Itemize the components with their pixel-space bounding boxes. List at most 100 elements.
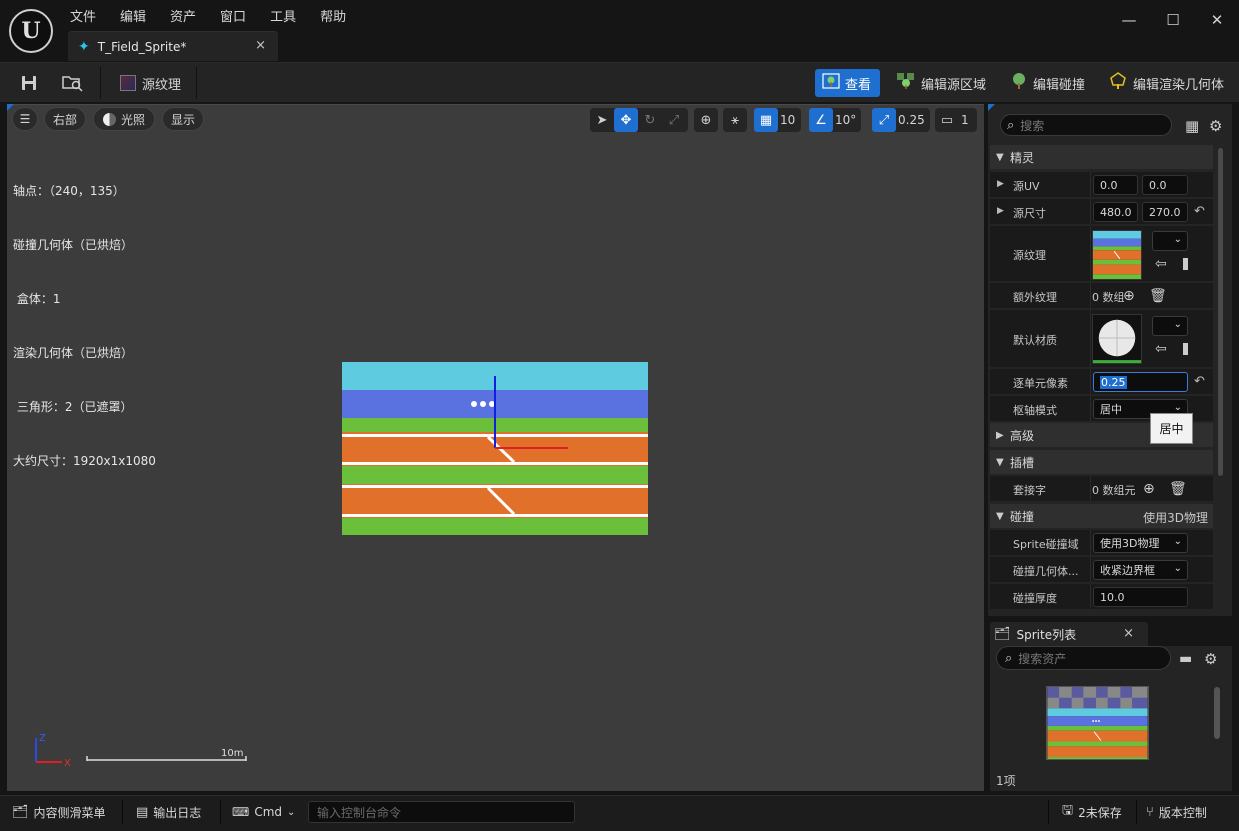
browse-asset-icon[interactable]	[60, 70, 86, 96]
viewport-menu-button[interactable]: ☰	[12, 107, 38, 131]
edit-collision-button[interactable]: 编辑碰撞	[1010, 69, 1085, 97]
add-element-icon[interactable]: ⊕	[1143, 481, 1155, 497]
menu-file[interactable]: 文件	[70, 6, 96, 25]
camera-speed-value[interactable]: 1	[959, 113, 975, 127]
add-element-icon[interactable]: ⊕	[1123, 288, 1135, 304]
category-sprite[interactable]: ▼ 精灵	[990, 145, 1213, 169]
menu-edit[interactable]: 编辑	[120, 6, 146, 25]
prop-default-material-label: 默认材质	[1013, 334, 1057, 347]
pixels-per-unit-field[interactable]: 0.25	[1093, 372, 1188, 392]
sprite-list-tab[interactable]: 🗂 Sprite列表 ×	[990, 622, 1148, 646]
save-icon[interactable]	[16, 70, 42, 96]
document-tab-close-icon[interactable]: ×	[255, 38, 266, 53]
folder-filter-icon[interactable]: ▬	[1179, 651, 1192, 667]
details-scrollbar[interactable]	[1218, 148, 1223, 476]
view-direction-button[interactable]: 右部	[44, 107, 86, 131]
menu-window[interactable]: 窗口	[220, 6, 246, 25]
content-drawer-button[interactable]: 🗂 内容侧滑菜单	[12, 798, 106, 826]
lighting-mode-button[interactable]: 光照	[93, 107, 155, 131]
view-mode-button[interactable]: 查看	[815, 69, 880, 97]
unsaved-button[interactable]: 🖫 2未保存	[1062, 798, 1122, 826]
rotation-snap-icon[interactable]: ∠	[809, 108, 833, 132]
prop-divider	[1090, 172, 1091, 197]
sprite-list-scrollbar[interactable]	[1214, 687, 1220, 739]
category-collision-value: 使用3D物理	[1143, 511, 1208, 525]
window-controls: — ☐ ✕	[1107, 0, 1239, 40]
source-uv-y-field[interactable]: 0.0	[1142, 175, 1188, 195]
details-search-input[interactable]: ⌕ 搜索	[1000, 114, 1172, 136]
coordinate-space-group: ⊕	[694, 108, 718, 132]
default-material-dropdown[interactable]: ⌄	[1152, 316, 1188, 336]
use-selected-asset-icon[interactable]: ⇦	[1155, 256, 1167, 272]
browse-asset-bar-icon[interactable]	[1183, 258, 1188, 270]
lighting-label: 光照	[120, 112, 145, 127]
select-tool-icon[interactable]: ➤	[590, 108, 614, 132]
collision-geometry-dropdown[interactable]: 收紧边界框 ⌄	[1093, 560, 1188, 580]
cmd-selector-button[interactable]: ⌨ Cmd ⌄	[232, 798, 295, 826]
source-dimension-y-field[interactable]: 270.0	[1142, 202, 1188, 222]
menu-help[interactable]: 帮助	[320, 6, 346, 25]
show-flags-button[interactable]: 显示	[162, 107, 204, 131]
camera-icon[interactable]: ▭	[935, 108, 959, 132]
translate-tool-icon[interactable]: ✥	[614, 108, 638, 132]
collapsed-arrow-icon[interactable]: ▶	[997, 179, 1004, 189]
source-control-button[interactable]: ⑂ 版本控制	[1146, 798, 1207, 826]
scale-tool-icon[interactable]: ⤢	[662, 108, 686, 132]
surface-snap-icon[interactable]: ⚹	[723, 108, 747, 132]
sprite-preview[interactable]	[342, 362, 648, 535]
sprite-collision-domain-dropdown[interactable]: 使用3D物理 ⌄	[1093, 533, 1188, 553]
edit-render-geometry-button[interactable]: 编辑渲染几何体	[1108, 69, 1224, 97]
category-sockets[interactable]: ▼ 插槽	[990, 450, 1213, 474]
edit-source-region-label: 编辑源区域	[921, 77, 987, 93]
edit-source-region-button[interactable]: 编辑源区域	[896, 69, 986, 97]
source-dimension-x-field[interactable]: 480.0	[1093, 202, 1138, 222]
chevron-down-icon: ⌄	[1173, 563, 1182, 574]
maximize-button[interactable]: ☐	[1151, 0, 1195, 40]
minimize-button[interactable]: —	[1107, 0, 1151, 40]
console-command-input[interactable]: 输入控制台命令	[308, 801, 575, 823]
table-view-icon[interactable]: ▦	[1185, 117, 1199, 135]
browse-asset-bar-icon[interactable]	[1183, 343, 1188, 355]
sprite-list-search-input[interactable]: ⌕ 搜索资产	[996, 646, 1171, 670]
grid-snap-icon[interactable]: ▦	[754, 108, 778, 132]
source-texture-dropdown[interactable]: ⌄	[1152, 231, 1188, 251]
settings-gear-icon[interactable]: ⚙	[1209, 117, 1222, 135]
default-material-thumbnail[interactable]	[1092, 314, 1142, 364]
output-log-button[interactable]: ▤ 输出日志	[136, 798, 201, 826]
delete-trash-icon[interactable]: 🗑	[1149, 288, 1167, 304]
world-space-icon[interactable]: ⊕	[694, 108, 718, 132]
search-icon: ⌕	[1007, 117, 1015, 133]
toolbar-separator	[196, 67, 197, 99]
sprite-asset-icon: ✦	[78, 38, 90, 55]
reset-to-default-icon[interactable]: ↶	[1194, 204, 1205, 219]
collision-tree-icon	[1010, 72, 1028, 94]
collapsed-arrow-icon[interactable]: ▶	[997, 206, 1004, 216]
use-selected-asset-icon[interactable]: ⇦	[1155, 341, 1167, 357]
stat-render-geometry: 渲染几何体（已烘焙）	[13, 346, 134, 360]
sprite-list-item-thumbnail[interactable]	[1046, 686, 1149, 760]
sprite-list-close-icon[interactable]: ×	[1123, 626, 1134, 641]
unreal-logo[interactable]: U	[9, 9, 53, 53]
menu-tools[interactable]: 工具	[270, 6, 296, 25]
source-uv-x-field[interactable]: 0.0	[1093, 175, 1138, 195]
scale-snap-group: ⤢ 0.25	[872, 108, 930, 132]
close-window-button[interactable]: ✕	[1195, 0, 1239, 40]
settings-gear-icon[interactable]: ⚙	[1204, 650, 1217, 668]
menu-asset[interactable]: 资产	[170, 6, 196, 25]
scale-snap-value[interactable]: 0.25	[896, 113, 931, 127]
source-texture-thumbnail[interactable]	[1092, 230, 1142, 280]
scale-snap-icon[interactable]: ⤢	[872, 108, 896, 132]
collision-thickness-field[interactable]: 10.0	[1093, 587, 1188, 607]
delete-trash-icon[interactable]: 🗑	[1169, 481, 1187, 497]
sprite-list-item-count: 1项	[996, 774, 1016, 788]
grid-snap-value[interactable]: 10	[778, 113, 801, 127]
rotate-tool-icon[interactable]: ↻	[638, 108, 662, 132]
reset-to-default-icon[interactable]: ↶	[1194, 374, 1205, 389]
source-texture-button[interactable]: 源纹理	[120, 69, 181, 97]
rotation-snap-value[interactable]: 10°	[833, 113, 862, 127]
chevron-down-icon: ⌄	[287, 806, 296, 818]
rotation-snap-group: ∠ 10°	[809, 108, 861, 132]
document-tab[interactable]: ✦ T_Field_Sprite* ×	[68, 31, 278, 61]
stat-triangles: 三角形：2（已遮罩）	[13, 400, 133, 414]
category-collision[interactable]: ▼ 碰撞 使用3D物理	[990, 504, 1213, 528]
